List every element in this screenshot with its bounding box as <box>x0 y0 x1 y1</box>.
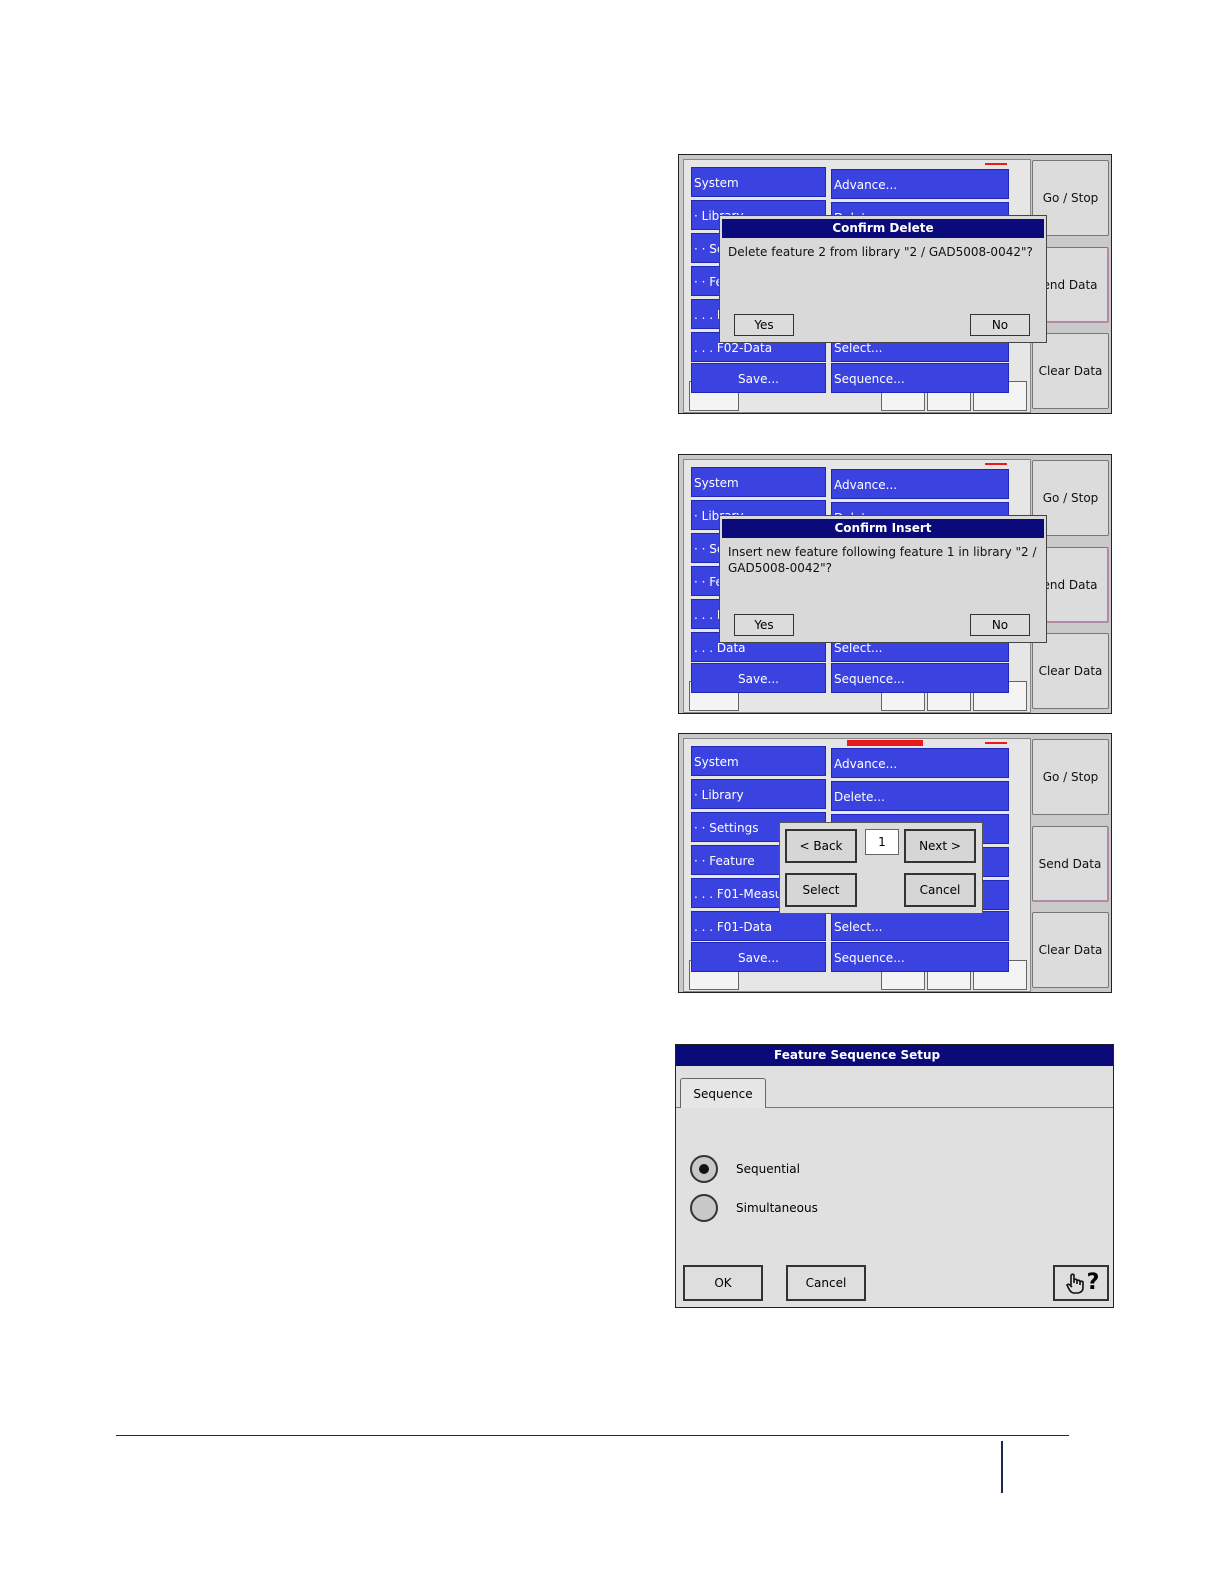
menu-system[interactable]: System <box>691 746 826 776</box>
no-button[interactable]: No <box>970 314 1030 336</box>
status-bar <box>847 740 923 746</box>
no-button[interactable]: No <box>970 614 1030 636</box>
option-simultaneous[interactable]: Simultaneous <box>690 1192 818 1224</box>
feature-number[interactable]: 1 <box>865 829 899 855</box>
option-label: Simultaneous <box>736 1201 818 1215</box>
save-button[interactable]: Save... <box>691 663 826 693</box>
menu-system[interactable]: System <box>691 467 826 497</box>
option-label: Sequential <box>736 1162 800 1176</box>
status-indicator <box>985 463 1007 465</box>
advance-button[interactable]: Advance... <box>831 169 1009 199</box>
confirm-dialog: Confirm Insert Insert new feature follow… <box>719 515 1047 643</box>
option-sequential[interactable]: Sequential <box>690 1153 800 1185</box>
dialog-message: Insert new feature following feature 1 i… <box>728 545 1037 575</box>
sequence-button[interactable]: Sequence... <box>831 363 1009 393</box>
confirm-dialog: Confirm Delete Delete feature 2 from lib… <box>719 215 1047 343</box>
menu-feature-data[interactable]: . . . F01-Data <box>691 911 826 941</box>
clear-data-button[interactable]: Clear Data <box>1032 912 1109 988</box>
send-data-button[interactable]: Send Data <box>1032 826 1109 902</box>
radio-unselected-icon[interactable] <box>690 1194 718 1222</box>
sequence-button[interactable]: Sequence... <box>831 663 1009 693</box>
screenshot-confirm-delete: System · Library · · Se · · Fe . . . F .… <box>678 154 1112 414</box>
hand-pointer-icon <box>1065 1273 1084 1294</box>
dialog-title: Confirm Delete <box>722 219 1044 238</box>
footer-divider <box>1001 1441 1003 1493</box>
yes-button[interactable]: Yes <box>734 314 794 336</box>
advance-button[interactable]: Advance... <box>831 748 1009 778</box>
delete-button[interactable]: Delete... <box>831 781 1009 811</box>
screenshot-confirm-insert: System · Library · · Se · · Fe . . . M .… <box>678 454 1112 714</box>
select-button[interactable]: Select... <box>831 911 1009 941</box>
feature-sequence-setup-window: Feature Sequence Setup Sequence Sequenti… <box>675 1044 1114 1308</box>
footer-rule <box>116 1435 1069 1436</box>
go-stop-button[interactable]: Go / Stop <box>1032 739 1109 815</box>
next-button[interactable]: Next > <box>904 829 976 863</box>
window-title: Feature Sequence Setup <box>676 1045 1113 1066</box>
status-indicator <box>985 163 1007 165</box>
help-button[interactable]: ? <box>1053 1265 1109 1301</box>
cancel-button[interactable]: Cancel <box>786 1265 866 1301</box>
tab-sequence[interactable]: Sequence <box>680 1078 766 1108</box>
sequence-button[interactable]: Sequence... <box>831 942 1009 972</box>
dialog-title: Confirm Insert <box>722 519 1044 538</box>
select-picker-button[interactable]: Select <box>785 873 857 907</box>
feature-picker: < Back 1 Next > Select Cancel <box>779 822 983 914</box>
radio-selected-icon[interactable] <box>690 1155 718 1183</box>
save-button[interactable]: Save... <box>691 363 826 393</box>
menu-system[interactable]: System <box>691 167 826 197</box>
yes-button[interactable]: Yes <box>734 614 794 636</box>
help-glyph: ? <box>1086 1270 1100 1295</box>
screenshot-feature-picker: System · Library · · Settings · · Featur… <box>678 733 1112 993</box>
ok-button[interactable]: OK <box>683 1265 763 1301</box>
save-button[interactable]: Save... <box>691 942 826 972</box>
status-indicator <box>985 742 1007 744</box>
back-button[interactable]: < Back <box>785 829 857 863</box>
clear-data-button[interactable]: Clear Data <box>1032 333 1109 409</box>
clear-data-button[interactable]: Clear Data <box>1032 633 1109 709</box>
menu-library[interactable]: · Library <box>691 779 826 809</box>
dialog-message: Delete feature 2 from library "2 / GAD50… <box>728 245 1033 259</box>
cancel-picker-button[interactable]: Cancel <box>904 873 976 907</box>
advance-button[interactable]: Advance... <box>831 469 1009 499</box>
